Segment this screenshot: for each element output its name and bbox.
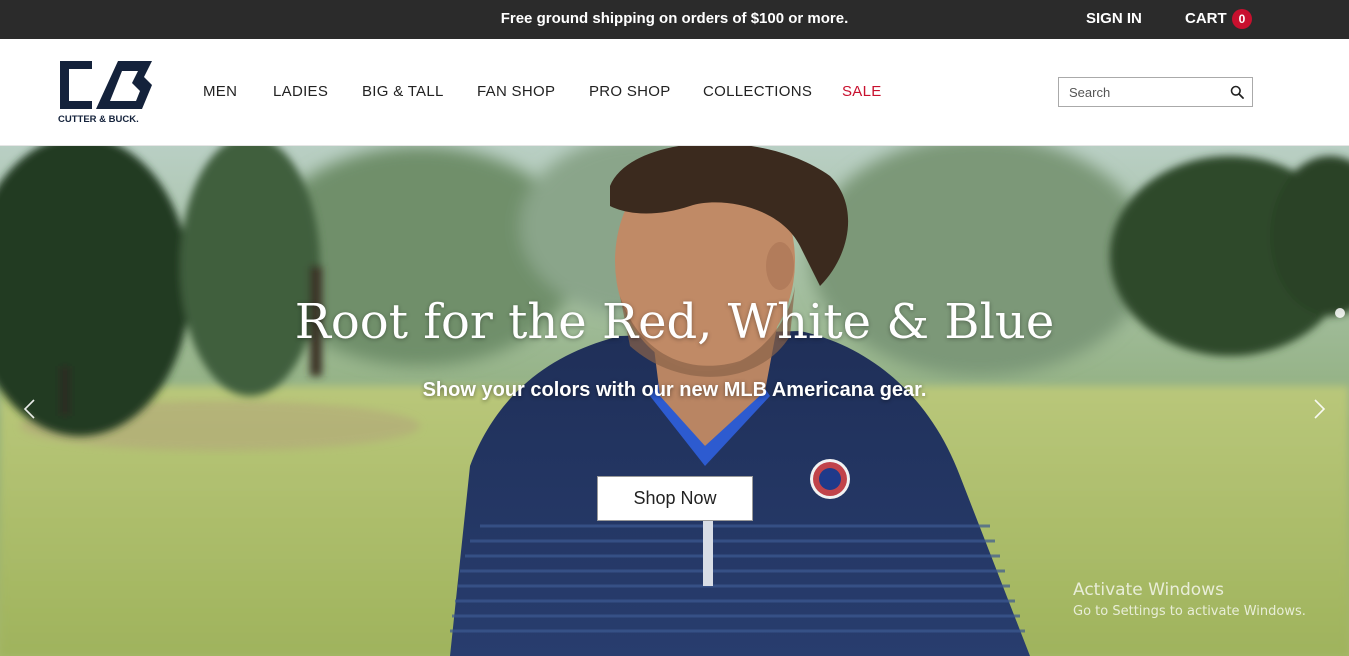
nav-fan-shop[interactable]: FAN SHOP	[477, 83, 555, 100]
watermark-title: Activate Windows	[1073, 580, 1224, 600]
search-input[interactable]	[1059, 78, 1224, 106]
sign-in-link[interactable]: SIGN IN	[1086, 0, 1142, 39]
hero-banner: Root for the Red, White & Blue Show your…	[0, 146, 1349, 656]
nav-big-tall[interactable]: BIG & TALL	[362, 83, 444, 100]
slide-indicator-dot[interactable]	[1335, 308, 1345, 318]
promo-bar: Free ground shipping on orders of $100 o…	[0, 0, 1349, 39]
site-header: CUTTER & BUCK. MEN LADIES BIG & TALL FAN…	[0, 39, 1349, 146]
nav-ladies[interactable]: LADIES	[273, 83, 328, 100]
search-icon[interactable]	[1230, 85, 1244, 99]
nav-sale[interactable]: SALE	[842, 83, 882, 100]
cart-count-badge[interactable]: 0	[1232, 9, 1252, 29]
logo-wordmark: CUTTER & BUCK.	[58, 114, 139, 125]
nav-collections[interactable]: COLLECTIONS	[703, 83, 812, 100]
nav-pro-shop[interactable]: PRO SHOP	[589, 83, 671, 100]
windows-activation-watermark: Activate Windows Go to Settings to activ…	[1073, 580, 1306, 619]
hero-subtitle: Show your colors with our new MLB Americ…	[422, 379, 927, 401]
shop-now-button[interactable]: Shop Now	[597, 476, 753, 521]
chevron-left-icon[interactable]	[22, 398, 38, 420]
nav-men[interactable]: MEN	[203, 83, 237, 100]
shipping-promo-text: Free ground shipping on orders of $100 o…	[500, 10, 849, 27]
chevron-right-icon[interactable]	[1311, 398, 1327, 420]
watermark-subtitle: Go to Settings to activate Windows.	[1073, 604, 1306, 619]
cart-link[interactable]: CART	[1185, 0, 1227, 39]
hero-title: Root for the Red, White & Blue	[294, 294, 1055, 350]
cutter-buck-logo[interactable]: CUTTER & BUCK.	[58, 59, 160, 127]
search-box	[1058, 77, 1253, 107]
logo-mark-icon	[60, 61, 152, 109]
